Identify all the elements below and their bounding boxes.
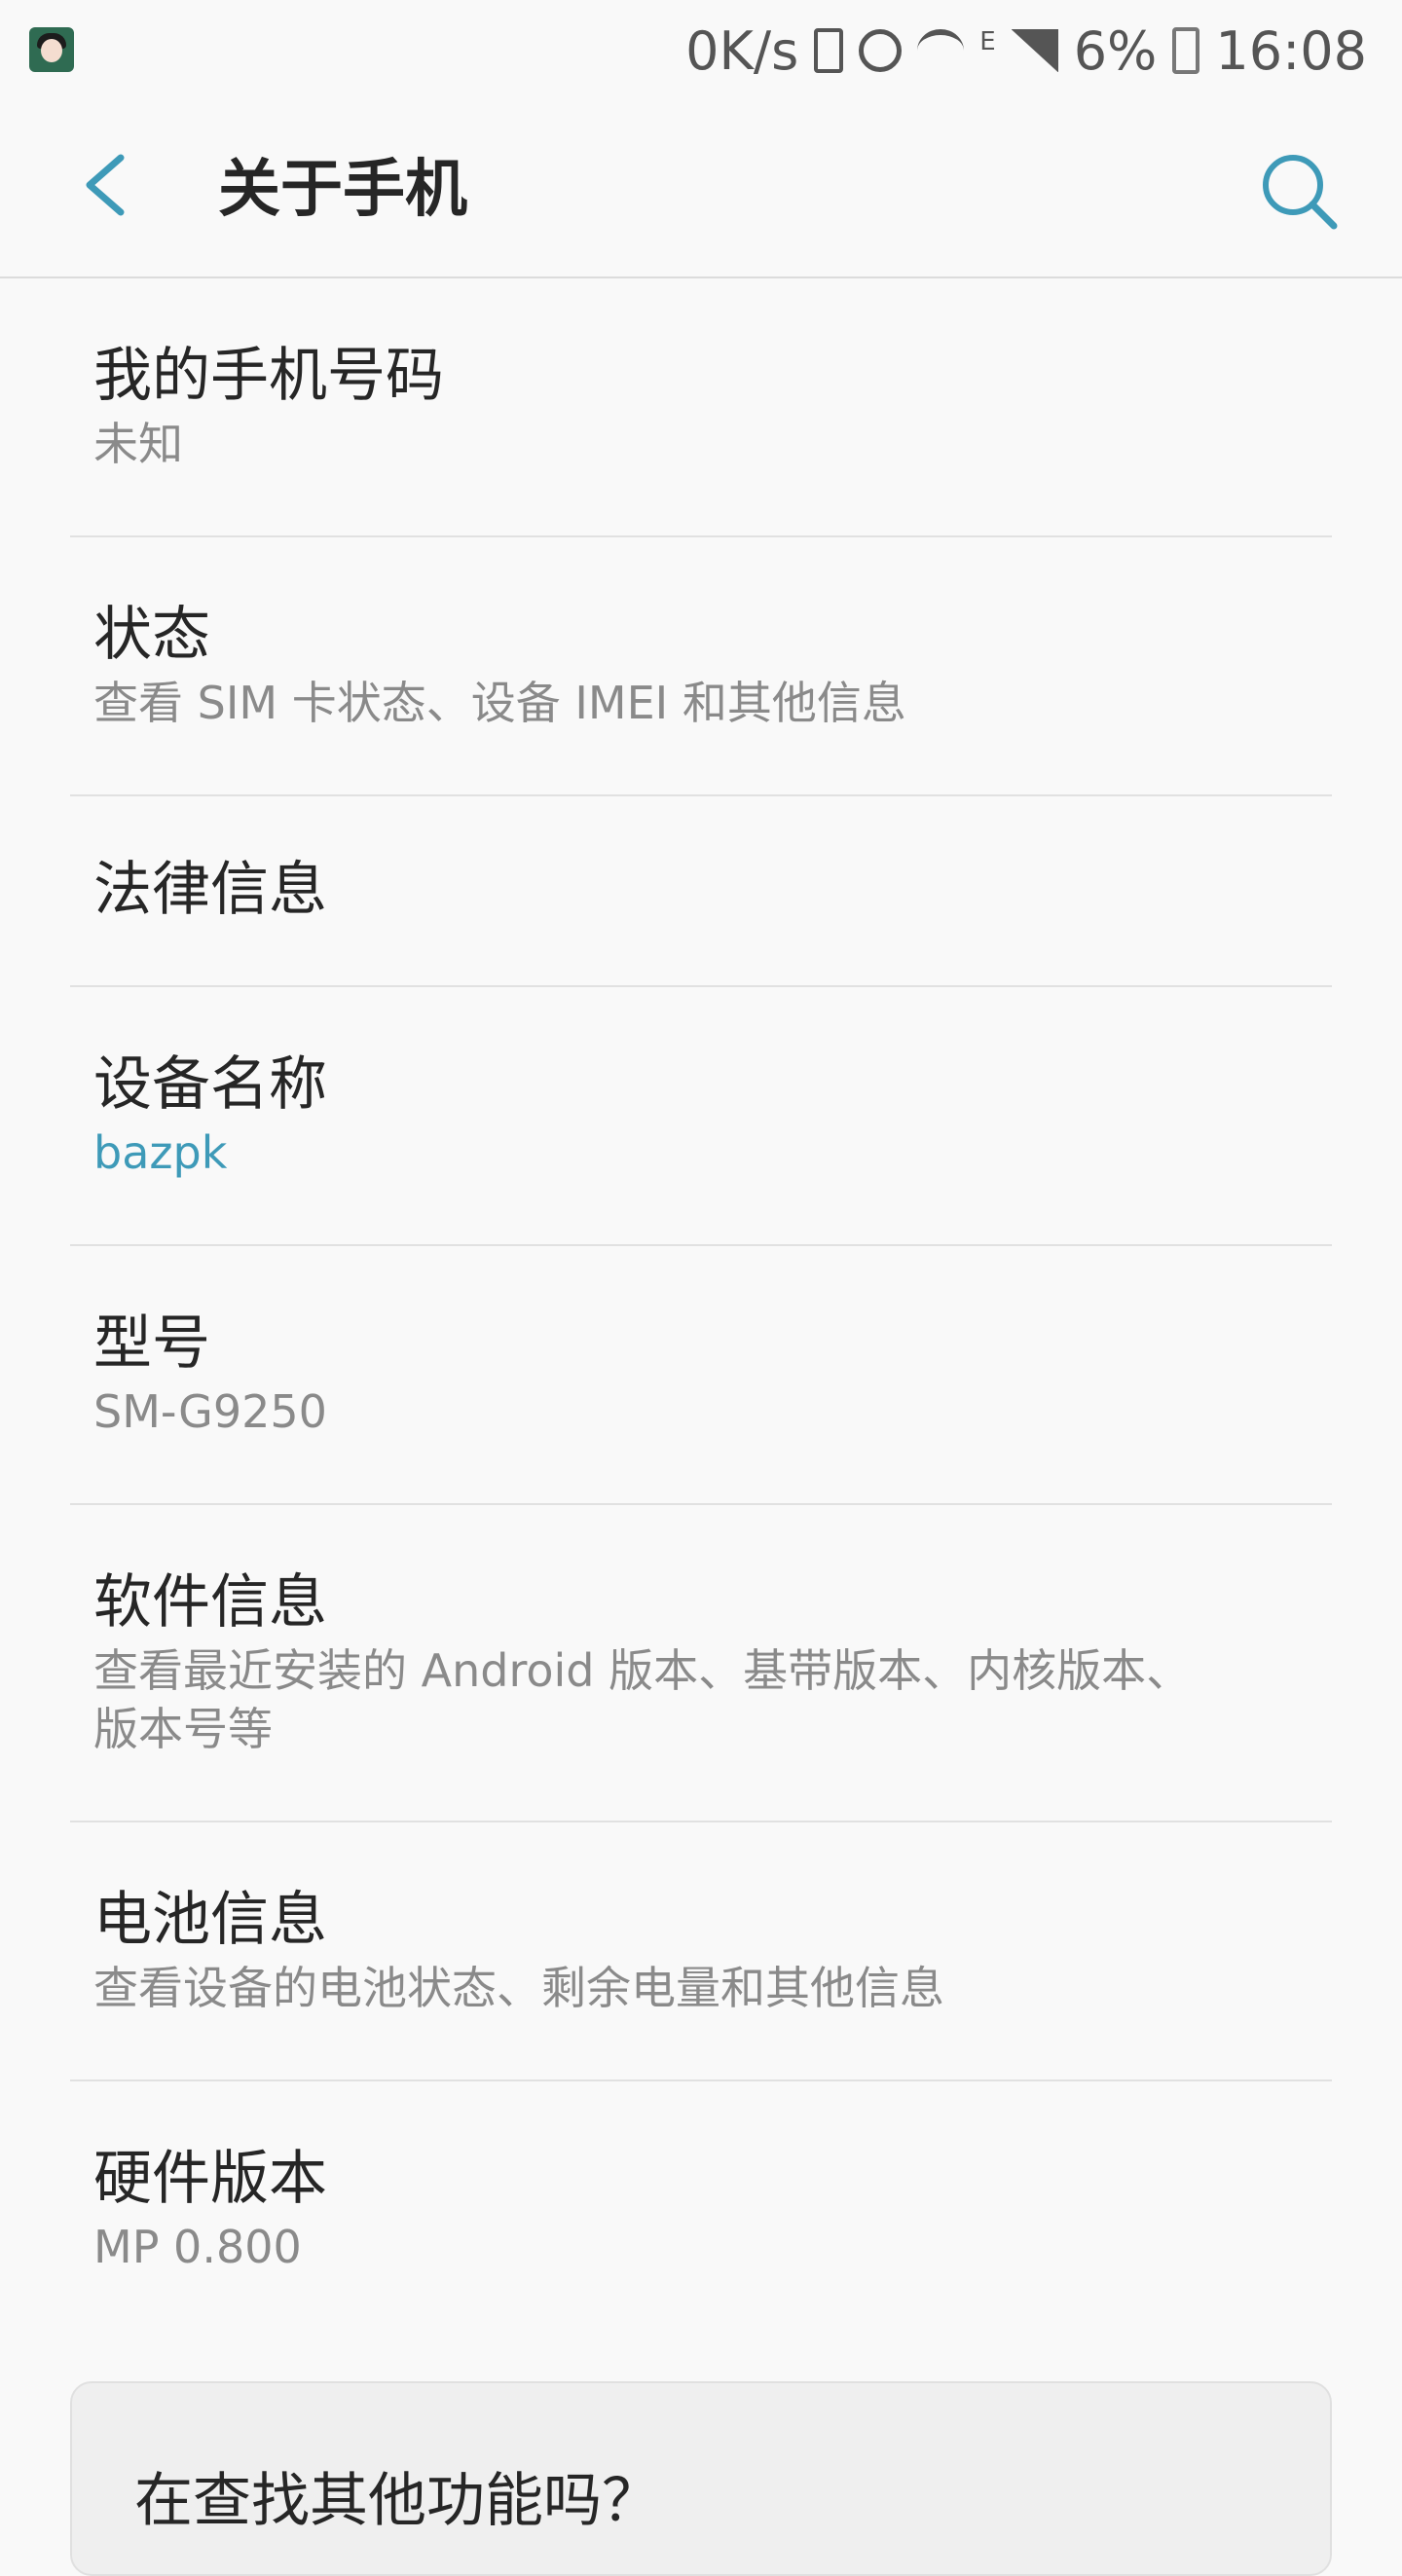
- battery-percent: 6%: [1073, 19, 1158, 82]
- item-title: 我的手机号码: [93, 342, 444, 410]
- list-item-software-info[interactable]: 软件信息 查看最近安装的 Android 版本、基带版本、内核版本、 版本号等: [70, 1505, 1332, 1822]
- search-icon: [1263, 155, 1338, 230]
- list-item-hardware-version[interactable]: 硬件版本 MP 0.800: [70, 2081, 1332, 2337]
- list-item-status[interactable]: 状态 查看 SIM 卡状态、设备 IMEI 和其他信息: [70, 537, 1332, 796]
- page-title: 关于手机: [218, 154, 467, 226]
- list-item-device-name[interactable]: 设备名称 bazpk: [70, 987, 1332, 1246]
- network-type: E: [979, 27, 996, 56]
- list-item-battery-info[interactable]: 电池信息 查看设备的电池状态、剩余电量和其他信息: [70, 1822, 1332, 2081]
- item-summary: SM-G9250: [93, 1385, 327, 1438]
- wifi-icon: [917, 29, 965, 72]
- item-summary: MP 0.800: [93, 2221, 302, 2273]
- item-summary-continued: 版本号等: [93, 1703, 273, 1755]
- settings-list: 我的手机号码 未知 状态 查看 SIM 卡状态、设备 IMEI 和其他信息 法律…: [0, 278, 1402, 2337]
- item-title: 法律信息: [93, 856, 327, 924]
- item-summary: 查看最近安装的 Android 版本、基带版本、内核版本、: [93, 1644, 1192, 1697]
- battery-saver-icon: [814, 28, 844, 73]
- battery-icon: [1172, 27, 1200, 74]
- item-summary: 查看设备的电池状态、剩余电量和其他信息: [93, 1962, 944, 2014]
- status-icons: 0K/s E 6% 16:08: [685, 18, 1367, 84]
- item-title: 电池信息: [93, 1886, 327, 1954]
- item-title: 软件信息: [93, 1568, 327, 1637]
- clock: 16:08: [1215, 19, 1367, 82]
- item-title: 状态: [93, 601, 210, 669]
- suggestion-card[interactable]: 在查找其他功能吗？: [70, 2381, 1332, 2576]
- item-summary: 查看 SIM 卡状态、设备 IMEI 和其他信息: [93, 677, 906, 729]
- item-summary: 未知: [93, 418, 183, 470]
- search-button[interactable]: [1256, 148, 1344, 236]
- notification-avatar-icon: [29, 27, 74, 72]
- item-summary: bazpk: [93, 1126, 228, 1179]
- list-item-my-phone-number[interactable]: 我的手机号码 未知: [70, 278, 1332, 537]
- item-title: 型号: [93, 1309, 210, 1378]
- status-bar: 0K/s E 6% 16:08: [0, 0, 1402, 101]
- list-item-legal-info[interactable]: 法律信息: [70, 796, 1332, 987]
- list-item-model[interactable]: 型号 SM-G9250: [70, 1246, 1332, 1505]
- net-speed: 0K/s: [685, 19, 799, 82]
- toolbar: 关于手机: [0, 101, 1402, 278]
- back-button[interactable]: [70, 146, 148, 224]
- item-title: 设备名称: [93, 1050, 327, 1119]
- item-title: 硬件版本: [93, 2145, 327, 2213]
- back-arrow-icon: [86, 154, 125, 216]
- alarm-icon: [859, 29, 903, 72]
- signal-icon: [1011, 29, 1058, 72]
- suggestion-title: 在查找其他功能吗？: [134, 2467, 660, 2535]
